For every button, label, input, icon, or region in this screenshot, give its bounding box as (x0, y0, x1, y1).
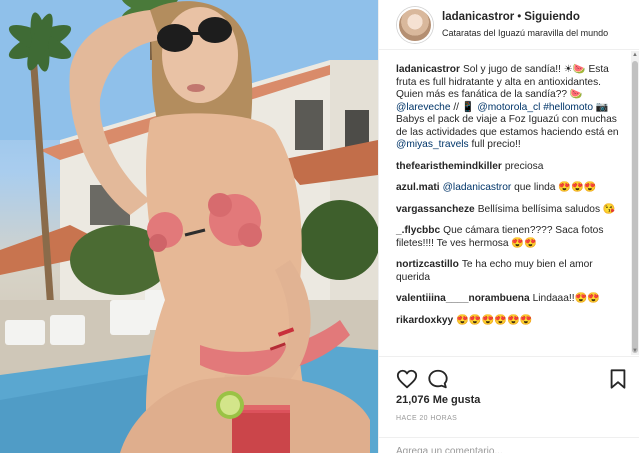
comment-username[interactable]: nortizcastillo (396, 259, 459, 270)
comment-username[interactable]: thefearisthemindkiller (396, 161, 502, 172)
likes-count[interactable]: 21,076 Me gusta (396, 394, 480, 406)
separator-dot: • (517, 10, 522, 23)
avatar[interactable] (397, 6, 433, 43)
comment-username[interactable]: rikardoxkyy (396, 315, 453, 326)
header-title-line: ladanicastror • Siguiendo (442, 10, 608, 24)
scroll-up-arrow-icon[interactable]: ▲ (631, 51, 639, 59)
photo-illustration (0, 0, 378, 453)
mention-link[interactable]: @ladanicastror (443, 182, 512, 193)
list-item: azul.mati @ladanicastror que linda 😍😍😍 (396, 182, 622, 195)
list-item: rikardoxkyy 😍😍😍😍😍😍 (396, 315, 622, 328)
comment-text: 😍😍😍😍😍😍 (456, 314, 533, 326)
mention-link[interactable]: @lareveche (396, 102, 451, 113)
comments-scrollbar[interactable]: ▲ ▼ (631, 51, 639, 355)
heart-icon[interactable] (396, 368, 418, 390)
follow-status-button[interactable]: Siguiendo (524, 11, 580, 23)
comment-text: que linda 😍😍😍 (511, 182, 597, 193)
list-item: nortizcastillo Te ha echo muy bien el amo… (396, 259, 622, 284)
comment-text: Lindaaa!!😍😍 (532, 293, 600, 304)
add-comment-input[interactable]: Agrega un comentario... (379, 437, 639, 453)
location-link[interactable]: Cataratas del Iguazú maravilla del mundo (442, 26, 608, 40)
caption-text: // 📱 (450, 101, 478, 113)
comment-username[interactable]: azul.mati (396, 182, 440, 193)
comment-text: Bellísima bellísima saludos 😘 (477, 203, 616, 215)
hashtag-link[interactable]: #hellomoto (543, 102, 593, 113)
comment-text: preciosa (504, 160, 544, 172)
post-header: ladanicastror • Siguiendo Cataratas del Ig… (379, 0, 639, 50)
list-item: _.flycbbc Que cámara tienen???? Saca foto… (396, 225, 622, 250)
comment-username[interactable]: _.flycbbc (396, 225, 440, 236)
post-photo[interactable] (0, 0, 378, 453)
comments-list: ladanicastror Sol y jugo de sandía!! ☀🍉 E… (379, 51, 632, 355)
comment-username[interactable]: vargassancheze (396, 204, 475, 215)
comment-username[interactable]: valentiiina____norambuena (396, 293, 530, 304)
scrollbar-thumb[interactable] (632, 61, 638, 353)
caption-username[interactable]: ladanicastror (396, 64, 460, 75)
caption-text: full precio!! (468, 139, 521, 150)
header-text: ladanicastror • Siguiendo Cataratas del Ig… (442, 10, 608, 40)
username-link[interactable]: ladanicastror (442, 11, 514, 23)
list-item: thefearisthemindkiller preciosa (396, 161, 622, 174)
comment-icon[interactable] (427, 368, 449, 390)
list-item: vargassancheze Bellísima bellísima saludo… (396, 204, 622, 217)
bookmark-icon[interactable] (607, 368, 629, 390)
post-timestamp[interactable]: HACE 20 HORAS (396, 415, 457, 422)
mention-link[interactable]: @miyas_travels (396, 139, 469, 150)
action-bar (379, 356, 639, 396)
list-item: valentiiina____norambuena Lindaaa!!😍😍 (396, 293, 622, 306)
post-details-panel: ladanicastror • Siguiendo Cataratas del Ig… (378, 0, 639, 453)
caption: ladanicastror Sol y jugo de sandía!! ☀🍉 E… (396, 64, 622, 152)
scroll-down-arrow-icon[interactable]: ▼ (631, 347, 639, 355)
mention-link[interactable]: @motorola_cl (477, 102, 540, 113)
